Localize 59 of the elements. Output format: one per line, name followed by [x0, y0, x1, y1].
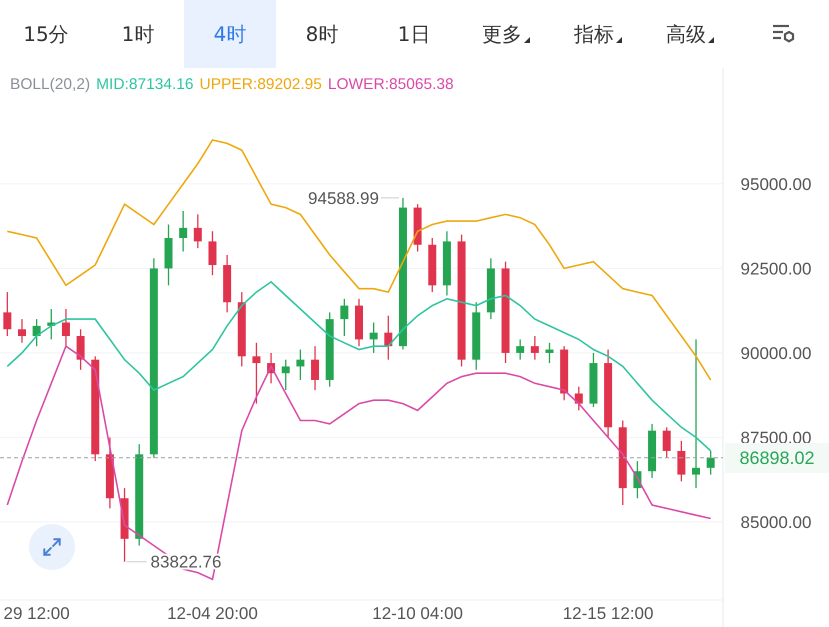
candlestick — [179, 210, 188, 252]
candlestick — [648, 424, 656, 478]
x-axis-label: 12-15 12:00 — [562, 604, 654, 623]
indicator-value: LOWER:85065.38 — [328, 76, 454, 94]
candlestick — [340, 298, 348, 336]
leader-line — [380, 197, 400, 198]
candlestick — [76, 329, 85, 370]
candlestick — [486, 258, 495, 320]
x-axis-label: 12-04 20:00 — [167, 604, 258, 623]
candlestick — [574, 386, 583, 410]
indicator-value: MID:87134.16 — [96, 76, 194, 94]
indicator-value: UPPER:89202.95 — [200, 76, 322, 94]
candlestick — [194, 214, 202, 248]
y-axis-label: 92500.00 — [740, 259, 812, 278]
leader-line — [126, 561, 148, 562]
y-axis-label: 90000.00 — [740, 344, 812, 363]
candlestick — [355, 298, 363, 346]
candlestick — [633, 461, 642, 498]
interval-tab[interactable]: 4时 — [184, 0, 276, 68]
x-axis-label: 12-10 04:00 — [372, 604, 463, 623]
candlestick — [223, 254, 232, 312]
candlestick — [282, 360, 290, 390]
candlestick — [546, 342, 554, 364]
candlestick — [384, 316, 392, 360]
candlestick — [472, 302, 480, 370]
y-axis-label: 95000.00 — [740, 174, 812, 194]
candlestick — [662, 427, 671, 458]
y-axis-label: 85000.00 — [740, 512, 812, 532]
candlestick — [370, 322, 378, 353]
candlestick — [677, 440, 686, 482]
candlestick — [164, 224, 172, 286]
candlestick — [589, 352, 598, 407]
candlestick — [32, 319, 41, 346]
candlestick — [252, 342, 260, 404]
candlestick — [442, 231, 451, 296]
candlestick — [311, 346, 320, 390]
caret-icon — [616, 37, 622, 43]
candlestick — [18, 319, 26, 343]
expand-button[interactable] — [29, 524, 75, 570]
price-annotation: 94588.99 — [308, 188, 379, 208]
candlestick — [706, 450, 715, 475]
candlestick — [560, 346, 568, 400]
candlestick — [516, 339, 524, 360]
candlestick — [47, 309, 56, 340]
indicator-name: BOLL(20,2) — [10, 76, 90, 94]
candlestick — [530, 336, 539, 360]
candlestick — [296, 350, 304, 380]
expand-icon — [41, 536, 63, 558]
candlestick — [106, 437, 114, 508]
candlestick — [414, 204, 422, 252]
candlestick — [208, 231, 216, 276]
candlestick — [3, 292, 12, 336]
x-axis-label: 29 12:00 — [4, 604, 70, 623]
candlestick — [267, 352, 276, 384]
last-price-label: 86898.02 — [725, 442, 829, 473]
caret-icon — [524, 37, 530, 43]
candlestick — [428, 238, 436, 292]
caret-icon — [708, 37, 714, 43]
candlestick — [62, 309, 70, 346]
